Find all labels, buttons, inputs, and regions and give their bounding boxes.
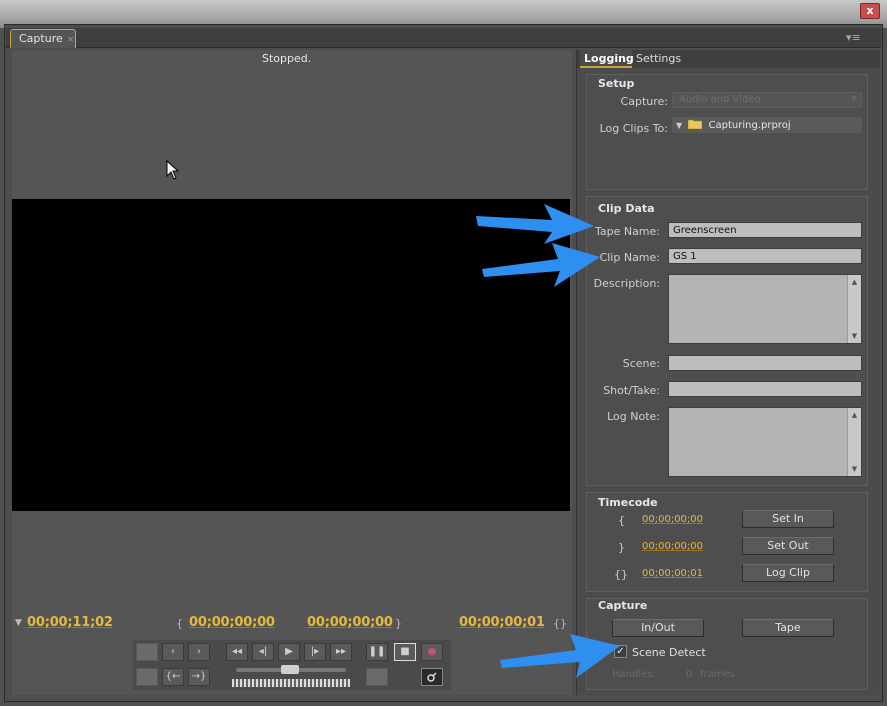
pause-button[interactable]: ❚❚ — [366, 643, 388, 661]
clip-name-field[interactable]: GS 1 — [668, 248, 862, 264]
capture-label: Capture: — [620, 95, 668, 108]
mouse-cursor-icon — [166, 160, 180, 180]
tape-name-label: Tape Name: — [594, 225, 660, 238]
scene-detect-label: Scene Detect — [632, 646, 706, 659]
next-edit-button[interactable]: › — [188, 643, 210, 661]
faded-button — [136, 668, 158, 686]
capture-title: Capture — [598, 599, 648, 612]
play-button[interactable]: ▶ — [278, 643, 300, 661]
handles-label: Handles: — [612, 669, 656, 680]
scene-field[interactable] — [668, 355, 862, 371]
current-tc-marker-icon: ▼ — [15, 618, 22, 628]
shot-take-field[interactable] — [668, 381, 862, 397]
window-close-button[interactable]: x — [860, 3, 880, 19]
out-point-icon: } — [395, 617, 402, 630]
tape-name-field[interactable]: Greenscreen — [668, 222, 862, 238]
previous-edit-button[interactable]: ‹ — [162, 643, 184, 661]
tape-button[interactable]: Tape — [742, 619, 834, 637]
chevron-down-icon: ▼ — [850, 94, 857, 103]
set-out-button[interactable]: Set Out — [742, 537, 834, 555]
log-clips-value: Capturing.prproj — [708, 120, 791, 131]
go-to-out-button[interactable]: →} — [188, 668, 210, 686]
capture-status: Stopped. — [262, 52, 312, 65]
out-bracket-icon: } — [618, 541, 625, 554]
panel-header — [6, 28, 881, 48]
stop-button[interactable]: ■ — [394, 643, 416, 661]
in-out-button[interactable]: In/Out — [612, 619, 704, 637]
scene-search-button[interactable] — [421, 668, 443, 686]
panel-menu-icon[interactable]: ▾≡ — [846, 31, 861, 44]
disclosure-triangle-icon: ▼ — [676, 121, 683, 130]
out-timecode-link[interactable]: 00;00;00;00 — [642, 541, 703, 552]
video-preview — [12, 199, 570, 511]
clip-name-label: Clip Name: — [599, 251, 660, 264]
timecode-title: Timecode — [598, 496, 658, 509]
duration-timecode-link[interactable]: 00;00;00;01 — [642, 568, 703, 579]
shuttle-slider-handle[interactable] — [281, 665, 299, 674]
faded-button — [136, 643, 158, 661]
log-clips-select[interactable]: ▼ Capturing.prproj — [672, 117, 862, 133]
log-clips-label: Log Clips To: — [599, 122, 668, 135]
scene-label: Scene: — [622, 357, 660, 370]
log-clip-button[interactable]: Log Clip — [742, 564, 834, 582]
description-textarea[interactable]: ▲ ▼ — [668, 274, 862, 344]
tab-settings[interactable]: Settings — [636, 52, 681, 65]
scene-detect-checkbox[interactable]: ✓ — [614, 645, 627, 658]
tab-logging[interactable]: Logging — [580, 50, 634, 68]
setup-title: Setup — [598, 77, 635, 90]
in-timecode-link[interactable]: 00;00;00;00 — [642, 514, 703, 525]
log-note-textarea[interactable]: ▲ ▼ — [668, 407, 862, 477]
clip-data-title: Clip Data — [598, 202, 655, 215]
description-label: Description: — [593, 277, 660, 290]
log-note-scrollbar[interactable]: ▲ ▼ — [847, 408, 861, 476]
scene-search-icon — [427, 672, 437, 682]
log-note-label: Log Note: — [607, 410, 660, 423]
out-point-timecode[interactable]: 00;00;00;00 — [307, 615, 393, 630]
duration-bracket-icon: {} — [614, 568, 628, 581]
step-forward-button[interactable]: |▸ — [304, 643, 326, 661]
description-scrollbar[interactable]: ▲ ▼ — [847, 275, 861, 343]
handles-value[interactable]: 0 — [686, 669, 692, 680]
tab-capture-label: Capture — [19, 32, 63, 45]
in-point-timecode[interactable]: 00;00;00;00 — [189, 615, 275, 630]
set-in-button[interactable]: Set In — [742, 510, 834, 528]
in-point-icon: { — [176, 617, 183, 630]
capture-select-value: Audio and Video — [679, 94, 761, 105]
duration-timecode[interactable]: 00;00;00;01 — [459, 615, 545, 630]
record-button[interactable]: ● — [421, 643, 443, 661]
duration-icon: {} — [553, 617, 567, 630]
tab-capture[interactable]: Capture × — [10, 29, 76, 48]
current-timecode[interactable]: 00;00;11;02 — [27, 615, 113, 630]
fast-forward-button[interactable]: ▸▸ — [330, 643, 352, 661]
capture-select[interactable]: Audio and Video ▼ — [672, 92, 862, 108]
go-to-in-button[interactable]: {← — [162, 668, 184, 686]
rewind-button[interactable]: ◂◂ — [226, 643, 248, 661]
step-back-button[interactable]: ◂| — [252, 643, 274, 661]
in-bracket-icon: { — [618, 514, 625, 527]
tab-close-icon[interactable]: × — [67, 35, 75, 45]
faded-button — [366, 668, 388, 686]
handles-unit: frames — [700, 669, 735, 680]
shot-take-label: Shot/Take: — [603, 384, 660, 397]
jog-wheel[interactable] — [232, 679, 350, 687]
folder-icon — [688, 119, 703, 130]
